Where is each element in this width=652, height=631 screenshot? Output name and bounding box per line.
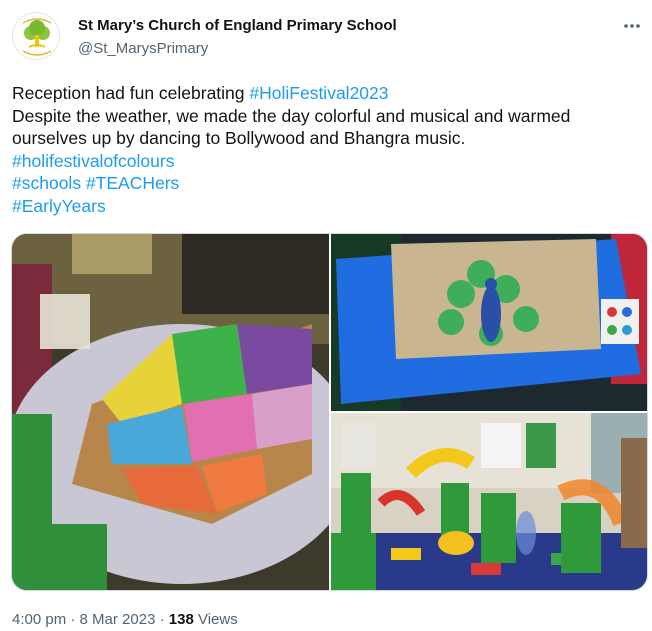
more-options-button[interactable] <box>620 14 644 38</box>
tweet-line-2: Despite the weather, we made the day col… <box>12 105 571 126</box>
tweet-time[interactable]: 4:00 pm <box>12 611 66 628</box>
tweet-line-1-text: Reception had fun celebrating <box>12 83 250 103</box>
author-avatar[interactable] <box>12 12 60 60</box>
author-handle[interactable]: @St_MarysPrimary <box>78 40 208 57</box>
tweet-meta: 4:00 pm · 8 Mar 2023 · 138 Views <box>12 611 238 628</box>
photo-peacock-image <box>331 234 647 411</box>
school-tree-logo-icon <box>14 14 59 59</box>
tweet-line-6: #EarlyYears <box>12 195 644 218</box>
photo-rangoli-table[interactable] <box>12 234 329 590</box>
author-name[interactable]: St Mary’s Church of England Primary Scho… <box>78 17 397 34</box>
tweet-line-1: Reception had fun celebrating #HoliFesti… <box>12 82 644 105</box>
views-count: 138 <box>168 611 194 628</box>
hashtag-holifestival2023[interactable]: #HoliFestival2023 <box>249 83 388 103</box>
photo-rangoli-image <box>12 234 329 590</box>
media-grid <box>11 233 648 591</box>
hashtag-schools[interactable]: #schools <box>12 173 81 193</box>
tweet-line-3: ourselves up by dancing to Bollywood and… <box>12 128 466 148</box>
tweet-text: Reception had fun celebrating #HoliFesti… <box>12 82 644 217</box>
more-horizontal-icon <box>624 24 640 28</box>
photo-dancing-image <box>331 413 647 590</box>
photo-children-dancing[interactable] <box>331 413 647 590</box>
photo-peacock-handprints[interactable] <box>331 234 647 411</box>
hashtag-teachers[interactable]: #TEACHers <box>86 173 179 193</box>
tweet-date[interactable]: 8 Mar 2023 <box>80 611 156 628</box>
hashtag-earlyyears[interactable]: #EarlyYears <box>12 196 106 216</box>
meta-separator: · <box>66 611 80 628</box>
tweet-line-5: #schools #TEACHers <box>12 172 644 195</box>
tweet-card: St Mary’s Church of England Primary Scho… <box>0 0 652 631</box>
tweet-line-4: #holifestivalofcolours <box>12 150 644 173</box>
views-label: Views <box>193 611 238 628</box>
meta-separator: · <box>155 611 169 628</box>
hashtag-holifestivalofcolours[interactable]: #holifestivalofcolours <box>12 151 174 171</box>
